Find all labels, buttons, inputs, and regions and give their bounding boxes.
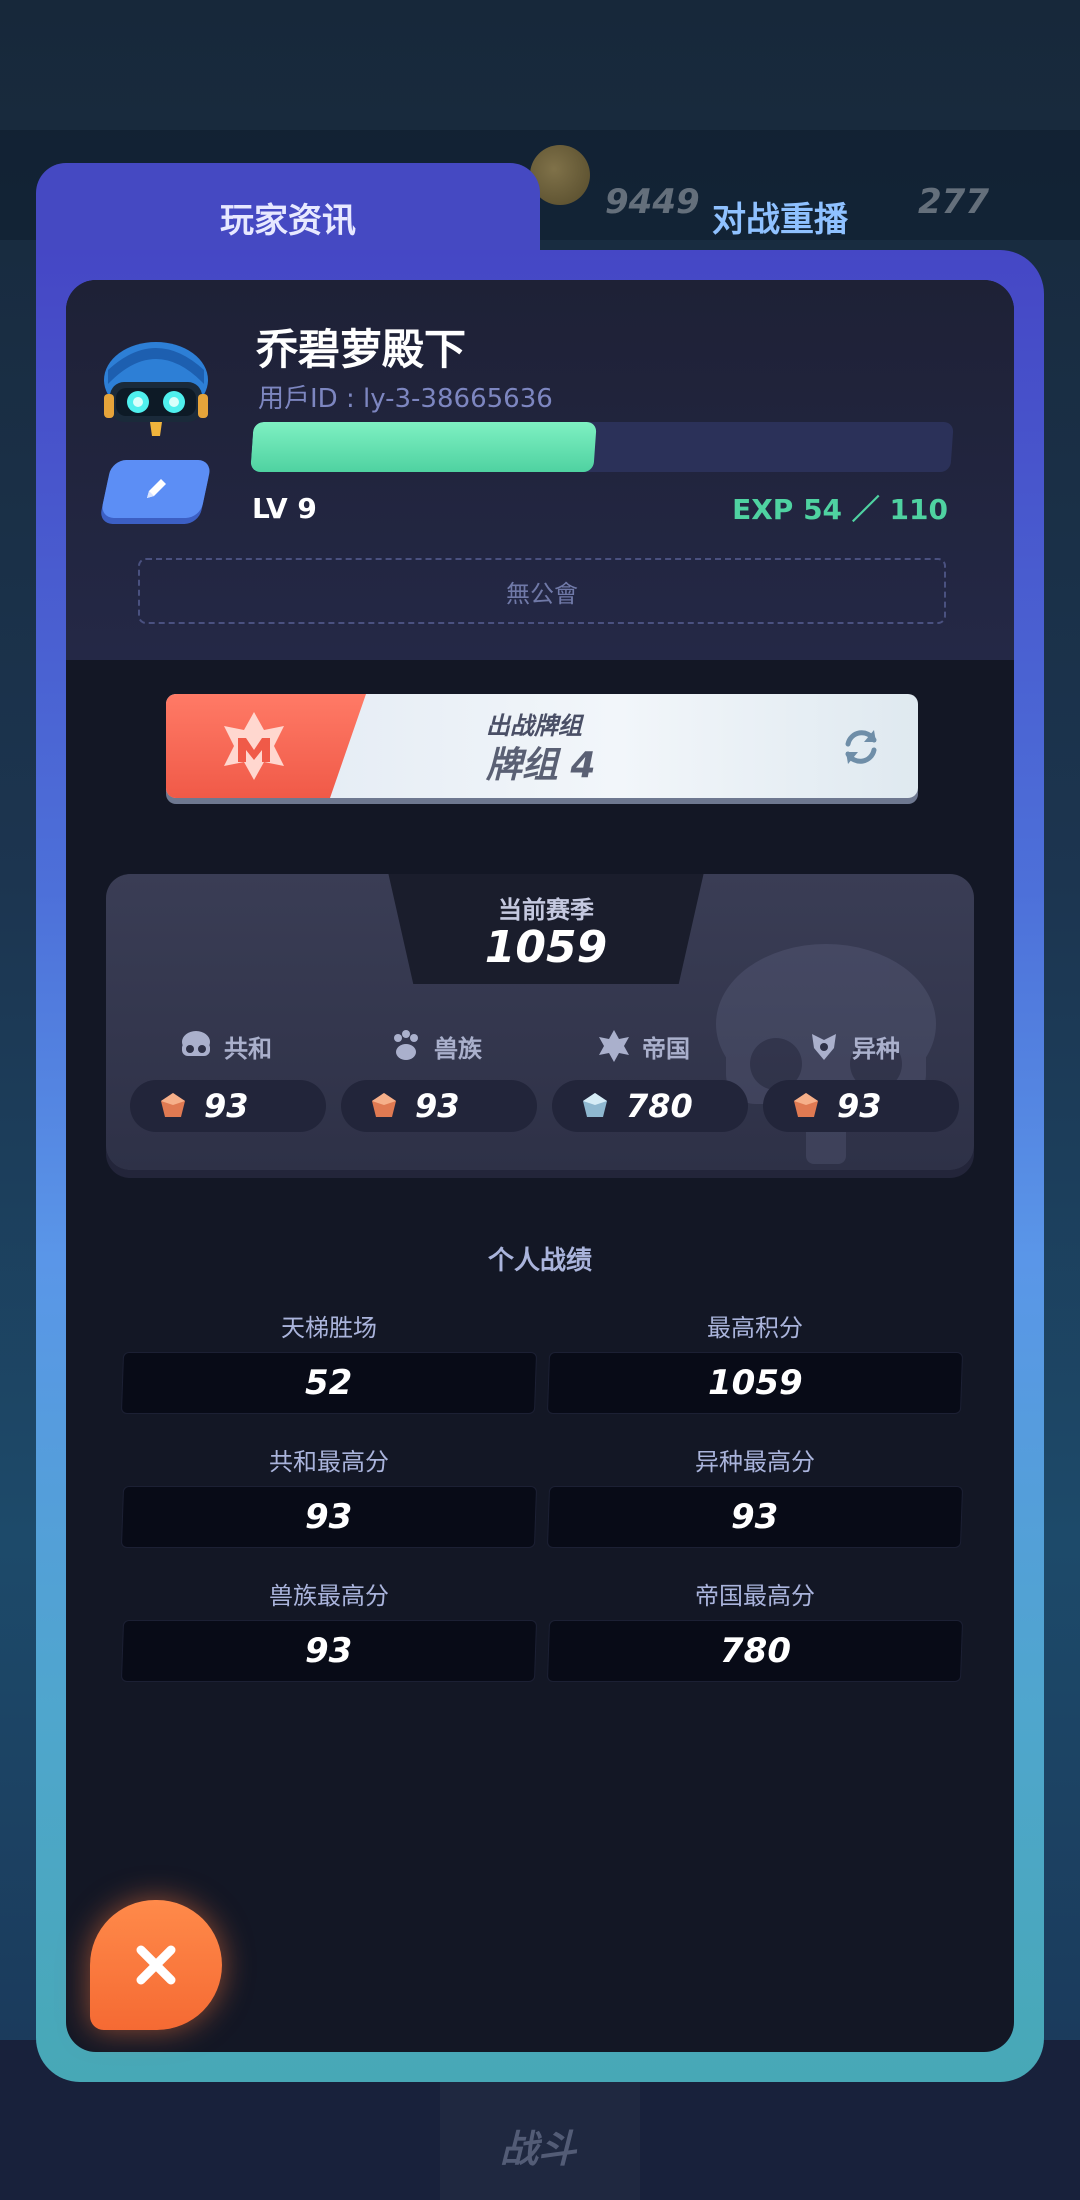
deck-faction-icon [224, 712, 284, 780]
user-id: 用戶ID : ly-3-38665636 [258, 384, 553, 414]
gem-count: 277 [918, 182, 989, 222]
tab-player-info-label: 玩家资讯 [220, 201, 356, 241]
tab-battle-replay[interactable]: 对战重播 [660, 188, 900, 244]
stat-label: 天梯胜场 [281, 1314, 377, 1342]
stat-value: 93 [305, 1631, 353, 1671]
deck-name: 牌组 4 [486, 745, 596, 786]
season-label: 当前赛季 [498, 896, 594, 924]
refresh-icon[interactable] [838, 724, 884, 770]
faction-empire: 帝国 [596, 1026, 690, 1066]
profile-section: 乔碧萝殿下 用戶ID : ly-3-38665636 LV 9 EXP 54 ／… [66, 280, 1014, 660]
stat-label: 共和最高分 [269, 1448, 389, 1476]
stat-value-box: 780 [546, 1620, 964, 1682]
close-button[interactable] [90, 1900, 222, 2030]
player-name: 乔碧萝殿下 [256, 325, 467, 374]
paw-icon [394, 1030, 418, 1060]
faction-xeno: 异种 [806, 1026, 900, 1066]
faction-republic: 共和 [178, 1026, 272, 1066]
stat-value: 93 [305, 1497, 353, 1537]
stats-title: 个人战绩 [487, 1246, 592, 1276]
xeno-icon [812, 1034, 836, 1060]
player-info-panel: 乔碧萝殿下 用戶ID : ly-3-38665636 LV 9 EXP 54 ／… [66, 280, 1014, 2052]
faction-score-value: 780 [626, 1087, 693, 1125]
faction-score-value: 93 [415, 1087, 460, 1125]
republic-icon [182, 1031, 210, 1056]
stat-value: 780 [719, 1631, 791, 1671]
silver-gem-icon [583, 1093, 607, 1117]
faction-beast-label: 兽族 [434, 1034, 482, 1063]
bronze-gem-icon [794, 1093, 818, 1117]
stat-label: 帝国最高分 [695, 1582, 815, 1610]
faction-empire-label: 帝国 [642, 1034, 690, 1063]
stat-value-box: 52 [120, 1352, 538, 1414]
stat-label: 最高积分 [707, 1314, 803, 1342]
season-card: 当前赛季 1059 共和 兽族 帝国 异种 93 93 780 93 [106, 874, 974, 1170]
faction-beast: 兽族 [388, 1026, 482, 1066]
faction-xeno-label: 异种 [852, 1034, 900, 1063]
active-deck-banner[interactable]: 出战牌组 牌组 4 [166, 694, 918, 798]
faction-score-beast: 93 [341, 1080, 537, 1132]
faction-score-empire: 780 [552, 1080, 748, 1132]
nav-battle-label: 战斗 [500, 2127, 577, 2171]
stat-value: 52 [305, 1363, 353, 1403]
player-level: LV 9 [252, 492, 317, 525]
faction-score-value: 93 [837, 1087, 882, 1125]
bronze-gem-icon [372, 1093, 396, 1117]
stat-label: 兽族最高分 [269, 1582, 389, 1610]
stat-label: 异种最高分 [695, 1448, 815, 1476]
season-score: 1059 [484, 922, 608, 973]
stat-value: 93 [731, 1497, 779, 1537]
faction-score-xeno: 93 [763, 1080, 959, 1132]
exp-progress-fill [250, 422, 597, 472]
guild-field[interactable]: 無公會 [138, 558, 946, 624]
faction-republic-label: 共和 [224, 1034, 272, 1063]
close-icon [136, 1945, 176, 1985]
stat-value-box: 93 [120, 1486, 538, 1548]
stat-value-box: 93 [546, 1486, 964, 1548]
stat-value-box: 93 [120, 1620, 538, 1682]
edit-profile-button[interactable] [99, 460, 213, 518]
exp-text: EXP 54 ／ 110 [732, 493, 948, 526]
stat-value-box: 1059 [546, 1352, 964, 1414]
pencil-icon [147, 479, 166, 498]
season-score-tab: 当前赛季 1059 [388, 874, 704, 984]
faction-score-value: 93 [204, 1087, 249, 1125]
faction-score-republic: 93 [130, 1080, 326, 1132]
bronze-gem-icon [161, 1093, 185, 1117]
tab-battle-replay-label: 对战重播 [712, 199, 848, 240]
faction-header-row: 共和 兽族 帝国 异种 [106, 1026, 974, 1066]
stat-value: 1059 [707, 1363, 803, 1403]
avatar [104, 342, 208, 436]
exp-progress-bar [250, 422, 954, 472]
empire-icon [599, 1030, 629, 1062]
